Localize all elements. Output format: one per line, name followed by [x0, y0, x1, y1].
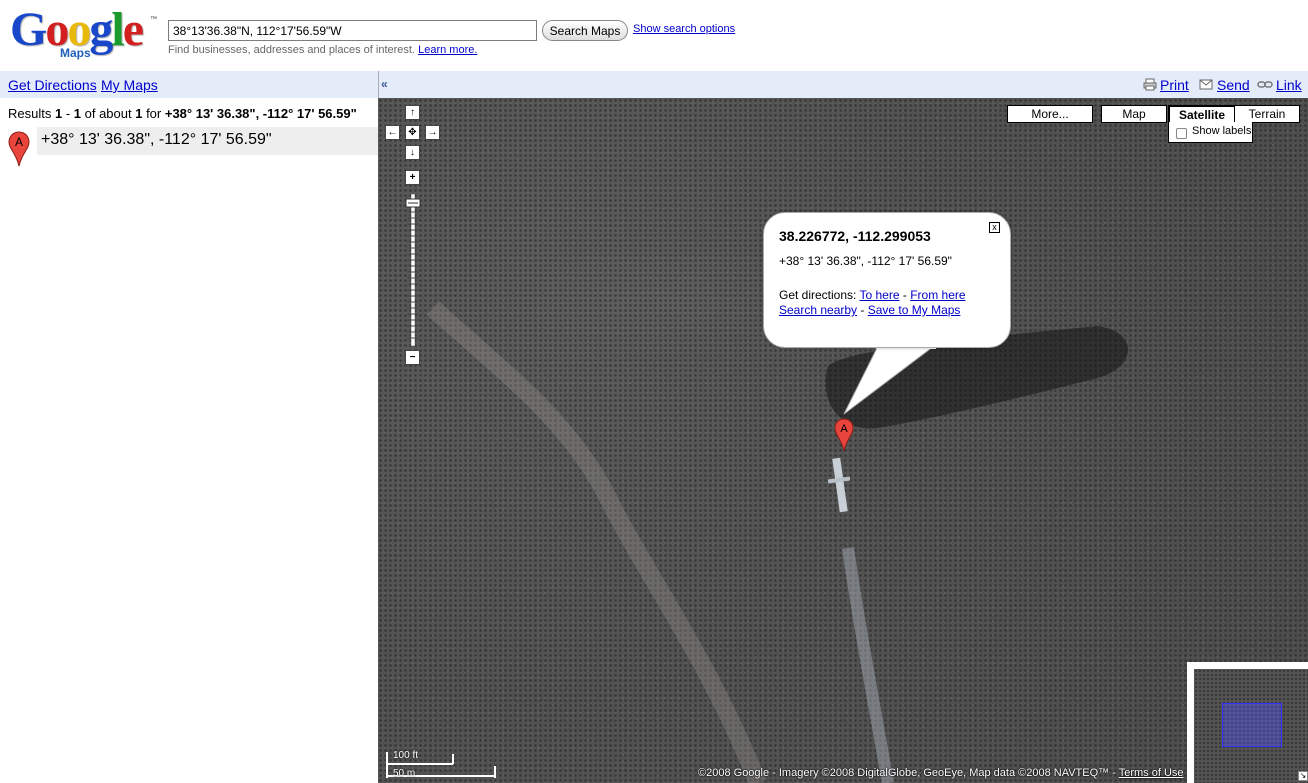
collapse-panel-button[interactable]: « — [381, 77, 393, 91]
email-icon[interactable] — [1199, 78, 1213, 91]
map-marker-icon[interactable]: A — [834, 418, 854, 452]
get-directions-label: Get directions: — [779, 288, 860, 302]
pan-left-button[interactable]: ← — [385, 125, 400, 140]
info-window-directions: Get directions: To here - From here — [779, 288, 966, 302]
search-hint: Find businesses, addresses and places of… — [168, 44, 477, 56]
show-labels-checkbox[interactable] — [1176, 128, 1187, 139]
save-to-my-maps-link[interactable]: Save to My Maps — [868, 303, 961, 317]
pan-up-button[interactable]: ↑ — [405, 105, 420, 120]
my-maps-link[interactable]: My Maps — [101, 77, 158, 93]
map-marker-letter: A — [840, 423, 848, 435]
map-type-map-button[interactable]: Map — [1101, 105, 1167, 123]
map-satellite-view[interactable]: ↑ ← ✥ → ↓ + − More... Map Satellite Terr… — [378, 98, 1308, 783]
overview-toggle-button[interactable]: ↘ — [1298, 771, 1308, 781]
map-type-satellite-button[interactable]: Satellite — [1168, 105, 1235, 123]
search-maps-button[interactable]: Search Maps — [542, 20, 628, 41]
search-hint-text: Find businesses, addresses and places of… — [168, 44, 416, 56]
map-toolbar: Print Send Link — [378, 71, 1308, 98]
print-icon[interactable] — [1143, 78, 1157, 91]
results-of-about: of about — [81, 106, 136, 121]
info-window-dms: +38° 13' 36.38", -112° 17' 56.59" — [779, 254, 952, 268]
info-window-close-button[interactable]: x — [989, 222, 1000, 233]
info-window-pointer — [843, 346, 936, 415]
map-type-terrain-button[interactable]: Terrain — [1234, 105, 1300, 123]
logo-maps-label: Maps — [60, 46, 91, 60]
left-panel-toolbar: Get Directions My Maps — [0, 71, 378, 98]
to-here-link[interactable]: To here — [859, 288, 899, 302]
header: Google ™ Maps Search Maps Show search op… — [0, 0, 1308, 70]
result-marker-icon[interactable]: A — [8, 131, 30, 167]
search-nearby-link[interactable]: Search nearby — [779, 303, 857, 317]
map-copyright: ©2008 Google - Imagery ©2008 DigitalGlob… — [698, 767, 1184, 779]
overview-map[interactable]: ↘ — [1187, 662, 1308, 783]
info-window-actions: Search nearby - Save to My Maps — [779, 303, 960, 317]
show-search-options-link[interactable]: Show search options — [633, 23, 735, 35]
results-summary: Results 1 - 1 of about 1 for +38° 13' 36… — [8, 106, 357, 121]
link-link[interactable]: Link — [1276, 77, 1302, 93]
results-to: 1 — [73, 106, 81, 121]
zoom-slider[interactable] — [405, 194, 421, 346]
scale-meters-label: 50 m — [393, 768, 416, 779]
google-maps-logo[interactable]: Google ™ Maps — [10, 6, 157, 64]
directions-separator: - — [899, 288, 911, 302]
more-layers-button[interactable]: More... — [1007, 105, 1093, 123]
from-here-link[interactable]: From here — [910, 288, 965, 302]
info-window-title: 38.226772, -112.299053 — [779, 228, 931, 244]
results-for: for — [142, 106, 165, 121]
results-prefix: Results — [8, 106, 55, 121]
map-scale: 100 ft 50 m — [385, 748, 497, 780]
get-directions-link[interactable]: Get Directions — [8, 77, 97, 93]
print-link[interactable]: Print — [1160, 77, 1189, 93]
pan-center-button[interactable]: ✥ — [405, 125, 420, 140]
terms-of-use-link[interactable]: Terms of Use — [1119, 767, 1184, 779]
scale-feet-label: 100 ft — [393, 750, 419, 761]
result-item[interactable]: +38° 13' 36.38", -112° 17' 56.59" — [37, 127, 378, 155]
copyright-text: ©2008 Google - Imagery ©2008 DigitalGlob… — [698, 767, 1119, 779]
result-marker-letter: A — [15, 135, 23, 149]
info-window: x 38.226772, -112.299053 +38° 13' 36.38"… — [763, 212, 1011, 348]
zoom-in-button[interactable]: + — [405, 170, 420, 185]
logo-trademark: ™ — [150, 16, 157, 23]
chain-link-icon[interactable] — [1257, 78, 1273, 91]
show-labels-label: Show labels — [1192, 125, 1252, 137]
zoom-out-button[interactable]: − — [405, 350, 420, 365]
left-panel: Results 1 - 1 of about 1 for +38° 13' 36… — [0, 98, 378, 783]
learn-more-link[interactable]: Learn more. — [418, 44, 477, 56]
send-link[interactable]: Send — [1217, 77, 1250, 93]
overview-viewport-box[interactable] — [1222, 703, 1282, 747]
results-query: +38° 13' 36.38", -112° 17' 56.59" — [164, 106, 357, 121]
overview-map-imagery[interactable] — [1194, 669, 1308, 783]
pan-down-button[interactable]: ↓ — [405, 145, 420, 160]
search-input[interactable] — [168, 20, 537, 41]
result-item-label: +38° 13' 36.38", -112° 17' 56.59" — [41, 131, 272, 148]
results-dash: - — [62, 106, 74, 121]
actions-separator: - — [857, 303, 868, 317]
show-labels-option[interactable]: Show labels — [1168, 122, 1253, 143]
pan-right-button[interactable]: → — [425, 125, 440, 140]
